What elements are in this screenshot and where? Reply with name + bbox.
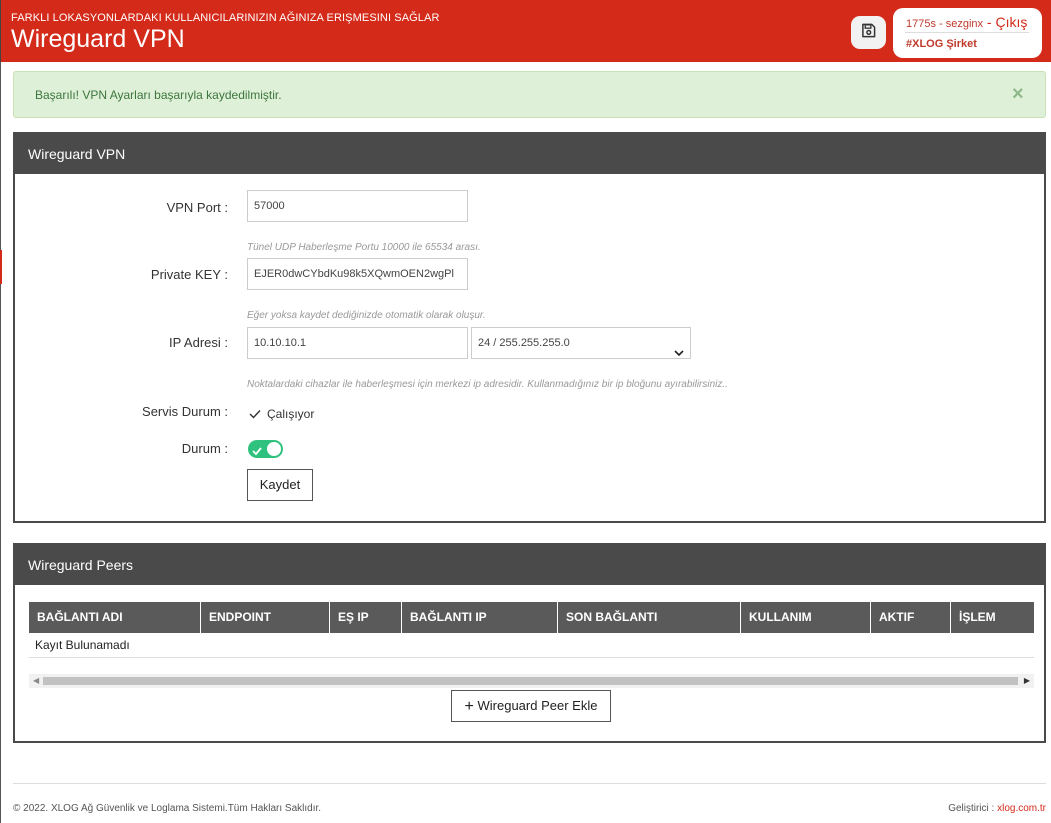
sidebar-edge [0, 62, 1, 823]
close-icon[interactable]: × [1012, 83, 1024, 106]
logout-link[interactable]: - Çıkış [983, 14, 1027, 30]
save-button[interactable]: Kaydet [247, 469, 313, 501]
page-title: Wireguard VPN [11, 25, 185, 53]
check-icon [252, 443, 262, 461]
col-last-connection[interactable]: SON BAĞLANTI [558, 602, 741, 633]
add-peer-button[interactable]: + Wireguard Peer Ekle [451, 690, 611, 722]
footer-developer: Geliştirici : xlog.com.tr [948, 803, 1046, 814]
private-key-help: Eğer yoksa kaydet dediğinizde otomatik o… [247, 310, 486, 321]
vpn-port-help: Tünel UDP Haberleşme Portu 10000 ile 655… [247, 242, 481, 253]
status-toggle[interactable] [248, 440, 283, 458]
footer-copyright: © 2022. XLOG Ağ Güvenlik ve Loglama Sist… [13, 803, 322, 814]
col-usage[interactable]: KULLANIM [741, 602, 871, 633]
developer-link[interactable]: xlog.com.tr [997, 803, 1046, 814]
page-subtitle: FARKLI LOKASYONLARDAKI KULLANICILARINIZI… [11, 12, 440, 24]
session-user: 1775s - sezginx [906, 18, 984, 30]
ip-address-input[interactable]: 10.10.10.1 [247, 327, 468, 359]
vpn-port-input[interactable]: 57000 [247, 190, 468, 222]
user-divider [905, 32, 1029, 33]
save-config-button[interactable] [851, 16, 886, 49]
alert-message: Başarılı! VPN Ayarları başarıyla kaydedi… [35, 88, 282, 102]
company-name[interactable]: #XLOG Şirket [906, 38, 977, 50]
scroll-left-icon[interactable]: ◀ [33, 676, 39, 685]
table-horizontal-scrollbar[interactable]: ◀ ▶ [29, 674, 1034, 688]
panel-title: Wireguard Peers [15, 545, 1044, 585]
subnet-mask-select[interactable]: 24 / 255.255.255.0 [471, 327, 691, 359]
top-header: FARKLI LOKASYONLARDAKI KULLANICILARINIZI… [0, 0, 1051, 62]
private-key-input[interactable]: EJER0dwCYbdKu98k5XQwmOEN2wgPl [247, 258, 468, 290]
ip-address-label: IP Adresi : [168, 335, 228, 350]
private-key-label: Private KEY : [150, 267, 228, 282]
service-status-value: Çalışıyor [267, 407, 315, 421]
status-label: Durum : [181, 441, 228, 456]
success-alert: Başarılı! VPN Ayarları başarıyla kaydedi… [13, 71, 1046, 118]
service-status-label: Servis Durum : [142, 404, 228, 419]
col-connection-ip[interactable]: BAĞLANTI IP [402, 602, 558, 633]
footer-divider [13, 783, 1046, 784]
col-connection-name[interactable]: BAĞLANTI ADI [29, 602, 201, 633]
scroll-right-icon[interactable]: ▶ [1024, 676, 1030, 685]
scrollbar-thumb[interactable] [43, 677, 1018, 685]
session-info: 1775s - sezginx - Çıkış [906, 14, 1027, 30]
col-peer-ip[interactable]: EŞ IP [330, 602, 402, 633]
sidebar-active-marker [0, 250, 2, 284]
floppy-disk-icon [861, 23, 876, 43]
add-peer-label: Wireguard Peer Ekle [477, 698, 598, 713]
check-icon [249, 406, 261, 424]
peers-table-header: BAĞLANTI ADI ENDPOINT EŞ IP BAĞLANTI IP … [29, 602, 1034, 633]
col-endpoint[interactable]: ENDPOINT [201, 602, 330, 633]
subnet-mask-value: 24 / 255.255.255.0 [478, 337, 570, 349]
vpn-port-label: VPN Port : [166, 200, 228, 215]
user-menu: 1775s - sezginx - Çıkış #XLOG Şirket [893, 8, 1042, 58]
vpn-settings-panel: Wireguard VPN VPN Port : 57000 Tünel UDP… [13, 132, 1046, 523]
table-empty-row: Kayıt Bulunamadı [29, 633, 1034, 658]
col-action[interactable]: İŞLEM [951, 602, 1034, 633]
developer-label: Geliştirici : [948, 803, 998, 814]
ip-address-help: Noktalardaki cihazlar ile haberleşmesi i… [247, 379, 728, 390]
peers-panel: Wireguard Peers BAĞLANTI ADI ENDPOINT EŞ… [13, 543, 1046, 743]
panel-title: Wireguard VPN [15, 134, 1044, 174]
chevron-down-icon [674, 339, 684, 369]
col-active[interactable]: AKTIF [871, 602, 951, 633]
toggle-knob [267, 442, 281, 456]
plus-icon: + [464, 698, 474, 715]
